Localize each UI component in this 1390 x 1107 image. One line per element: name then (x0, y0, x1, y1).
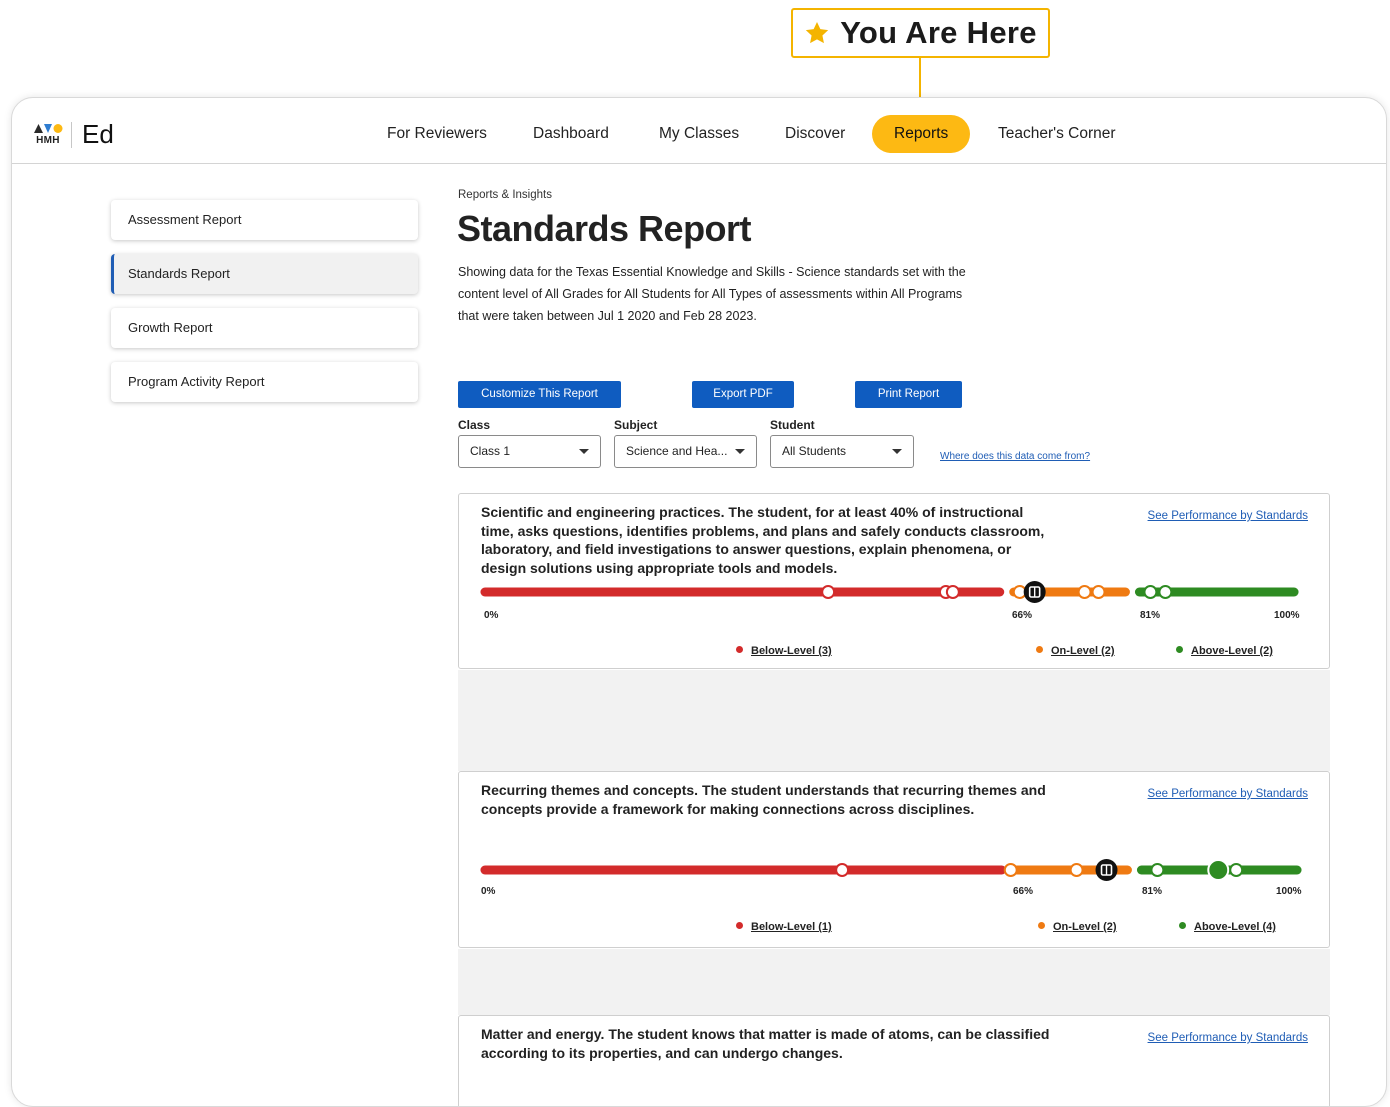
nav-teachers-corner[interactable]: Teacher's Corner (998, 115, 1116, 153)
student-marker (1003, 863, 1018, 877)
legend-on-level-label: On-Level (2) (1051, 645, 1115, 657)
print-report-button[interactable]: Print Report (855, 381, 962, 408)
product-name: Ed (82, 119, 114, 149)
student-marker (945, 585, 960, 599)
performance-band (480, 581, 1299, 603)
standard-card: Recurring themes and concepts. The stude… (458, 771, 1330, 948)
nav-for-reviewers[interactable]: For Reviewers (387, 115, 487, 153)
nav-dashboard[interactable]: Dashboard (533, 115, 609, 153)
above-level-dot (1179, 922, 1186, 929)
see-performance-link[interactable]: See Performance by Standards (1148, 788, 1308, 800)
breadcrumb[interactable]: Reports & Insights (458, 189, 552, 201)
student-filter-label: Student (770, 418, 815, 432)
sidebar-item-assessment-report[interactable]: Assessment Report (111, 200, 418, 240)
class-average-icon (1095, 859, 1118, 881)
student-marker (1069, 863, 1084, 877)
see-performance-link[interactable]: See Performance by Standards (1148, 510, 1308, 522)
data-source-link[interactable]: Where does this data come from? (940, 451, 1090, 462)
legend-below-level[interactable]: Below-Level (3) (736, 645, 832, 657)
nav-discover[interactable]: Discover (785, 115, 845, 153)
scale-min-label: 0% (484, 610, 499, 621)
card-spacer (458, 670, 1330, 771)
app-window: HMH Ed For Reviewers Dashboard My Classe… (11, 97, 1387, 1107)
legend-on-level[interactable]: On-Level (2) (1036, 645, 1115, 657)
legend-below-level[interactable]: Below-Level (1) (736, 921, 832, 933)
subject-select-value: Science and Hea... (626, 444, 728, 458)
standard-title: Scientific and engineering practices. Th… (481, 504, 1045, 576)
student-marker (1229, 863, 1244, 877)
card-spacer (458, 949, 1330, 1015)
scale-max-label: 100% (1276, 886, 1302, 897)
legend-below-level-label: Below-Level (3) (751, 645, 832, 657)
you-are-here-label: You Are Here (840, 15, 1037, 50)
hmh-logo-icon: HMH (32, 123, 64, 147)
above-level-dot (1176, 646, 1183, 653)
page-title: Standards Report (457, 208, 752, 249)
legend-above-level-label: Above-Level (2) (1191, 645, 1273, 657)
below-level-dot (736, 646, 743, 653)
student-marker (821, 585, 836, 599)
class-select-value: Class 1 (470, 444, 511, 458)
report-description: Showing data for the Texas Essential Kno… (458, 265, 966, 323)
standard-card: Scientific and engineering practices. Th… (458, 493, 1330, 669)
on-level-dot (1036, 646, 1043, 653)
student-marker (1207, 859, 1230, 881)
student-marker (1150, 863, 1165, 877)
top-navigation: HMH Ed For Reviewers Dashboard My Classe… (12, 98, 1386, 164)
you-are-here-callout: You Are Here (791, 8, 1050, 58)
scale-max-label: 100% (1274, 610, 1300, 621)
chevron-down-icon (579, 449, 589, 454)
class-average-icon (1023, 581, 1046, 603)
standard-title: Matter and energy. The student knows tha… (481, 1026, 1050, 1061)
scale-on-label: 66% (1013, 886, 1034, 897)
export-pdf-button[interactable]: Export PDF (692, 381, 794, 408)
hmh-wordmark: HMH (36, 134, 60, 146)
legend-above-level-label: Above-Level (4) (1194, 921, 1276, 933)
standard-card: Matter and energy. The student knows tha… (458, 1015, 1330, 1106)
hmh-ed-logo[interactable]: HMH Ed (32, 119, 114, 150)
sidebar-item-growth-report[interactable]: Growth Report (111, 308, 418, 348)
student-marker (835, 863, 850, 877)
chevron-down-icon (735, 449, 745, 454)
legend-above-level[interactable]: Above-Level (2) (1176, 645, 1273, 657)
nav-reports[interactable]: Reports (872, 115, 971, 153)
subject-select[interactable]: Science and Hea... (614, 435, 757, 468)
legend-below-level-label: Below-Level (1) (751, 921, 832, 933)
chevron-down-icon (892, 449, 902, 454)
scale-above-label: 81% (1140, 610, 1161, 621)
class-select[interactable]: Class 1 (458, 435, 601, 468)
standard-title: Recurring themes and concepts. The stude… (481, 782, 1046, 817)
legend-above-level[interactable]: Above-Level (4) (1179, 921, 1276, 933)
logo-divider (71, 121, 72, 148)
scale-on-label: 66% (1012, 610, 1033, 621)
nav-my-classes[interactable]: My Classes (659, 115, 739, 153)
class-filter-label: Class (458, 418, 491, 432)
customize-report-button[interactable]: Customize This Report (458, 381, 621, 408)
subject-filter-label: Subject (614, 418, 658, 432)
student-marker (1091, 585, 1106, 599)
performance-band (480, 859, 1302, 881)
student-marker (1158, 585, 1173, 599)
student-marker (1143, 585, 1158, 599)
scale-above-label: 81% (1142, 886, 1163, 897)
student-marker (1077, 585, 1092, 599)
star-icon (804, 20, 830, 46)
legend-on-level-label: On-Level (2) (1053, 921, 1117, 933)
scale-min-label: 0% (481, 886, 496, 897)
student-select[interactable]: All Students (770, 435, 914, 468)
sidebar-item-standards-report[interactable]: Standards Report (111, 254, 418, 294)
student-select-value: All Students (782, 444, 847, 458)
see-performance-link[interactable]: See Performance by Standards (1148, 1032, 1308, 1044)
legend-on-level[interactable]: On-Level (2) (1038, 921, 1117, 933)
sidebar-item-program-activity-report[interactable]: Program Activity Report (111, 362, 418, 402)
below-level-dot (736, 922, 743, 929)
on-level-dot (1038, 922, 1045, 929)
